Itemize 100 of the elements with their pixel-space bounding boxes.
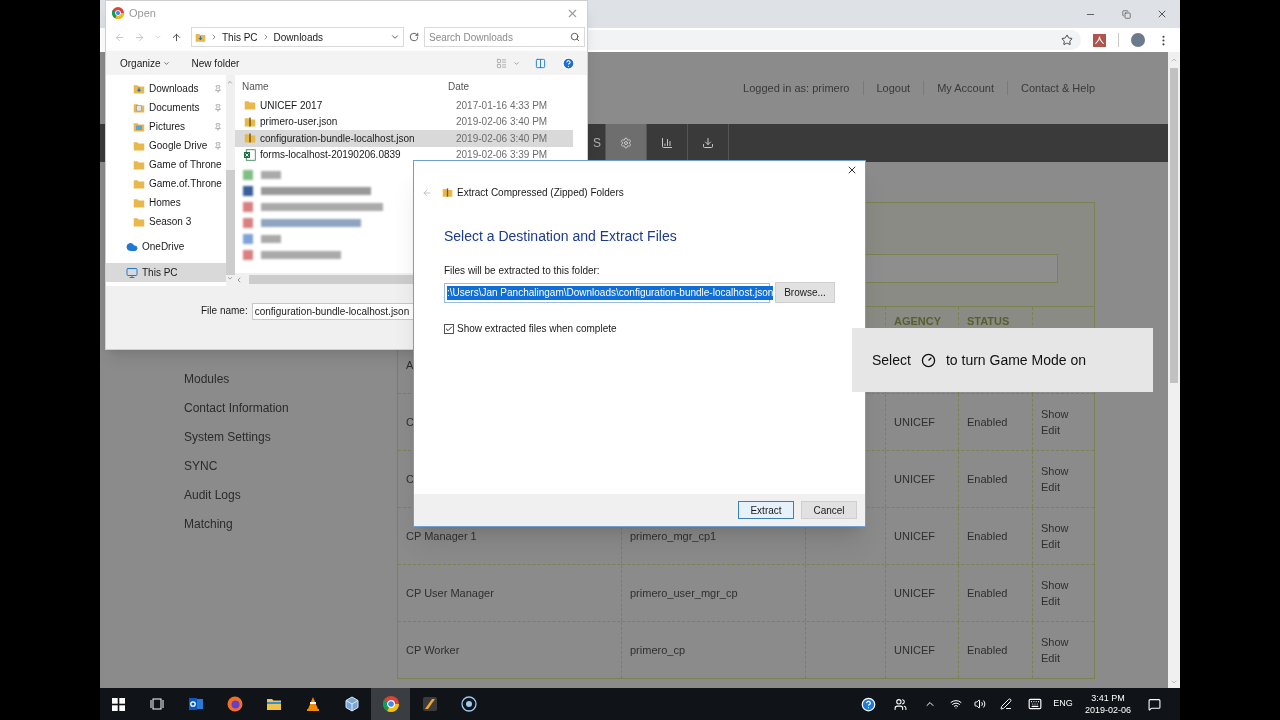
table-link[interactable]: Edit [1041, 536, 1069, 552]
sidebar-item[interactable]: Audit Logs [184, 481, 397, 510]
browser-logo-icon [112, 7, 124, 19]
table-link[interactable]: Edit [1041, 650, 1069, 666]
table-link[interactable]: Edit [1041, 479, 1069, 495]
table-cell-text: C [406, 414, 414, 430]
column-heading: AGENCY [894, 314, 942, 330]
sidebar-item[interactable]: Matching [184, 510, 397, 539]
table-link[interactable]: Edit [1041, 422, 1069, 438]
wizard-title: Extract Compressed (Zipped) Folders [457, 186, 624, 200]
file-row[interactable]: configuration-bundle-localhost.json 2019-02-06 3:40 PM [233, 130, 573, 147]
new-folder-button[interactable]: New folder [191, 55, 240, 71]
zip-folder-icon [442, 187, 453, 198]
table-cell-text: UNICEF [894, 414, 935, 430]
mail-app-icon[interactable] [187, 696, 204, 712]
file-row[interactable]: UNICEF 2017 2017-01-16 4:33 PM [233, 97, 573, 114]
avatar-icon[interactable] [1131, 33, 1145, 47]
scroll-left-icon[interactable] [235, 275, 243, 284]
table-cell-text: UNICEF [894, 585, 935, 601]
scrollbar-thumb[interactable] [1170, 68, 1178, 383]
search-field[interactable]: Search Downloads [424, 27, 585, 47]
nav-pane-item[interactable]: Season 3 [106, 212, 226, 231]
file-explorer-icon[interactable] [265, 696, 282, 712]
windows-logo-icon[interactable] [112, 697, 125, 711]
nav-pane-item[interactable]: Homes [106, 193, 226, 212]
app-icon[interactable] [421, 696, 438, 712]
sidebar-item[interactable]: Contact Information [184, 394, 397, 423]
breadcrumb-item[interactable]: This PC [222, 29, 258, 45]
folder-icon [133, 215, 145, 228]
nav-pane-item[interactable]: OneDrive [106, 237, 226, 256]
table-cell-text: primero_mgr_cp1 [630, 528, 717, 544]
firefox-icon[interactable] [226, 696, 243, 712]
browse-button[interactable]: Browse... [775, 282, 835, 303]
table-cell-text: UNICEF [894, 471, 935, 487]
gears-icon [620, 137, 632, 149]
nav-pane-item[interactable]: Game.of.Throne [106, 174, 226, 193]
preview-pane-icon[interactable] [535, 57, 546, 69]
table-link[interactable]: Show [1041, 406, 1069, 422]
table-link[interactable]: Show [1041, 634, 1069, 650]
refresh-icon[interactable] [409, 32, 419, 42]
cancel-button[interactable]: Cancel [801, 501, 857, 519]
clock[interactable]: 3:41 PM 2019-02-06 [1076, 692, 1140, 716]
task-view-icon[interactable] [149, 698, 164, 710]
table-link[interactable]: Show [1041, 520, 1069, 536]
pen-icon[interactable] [1000, 698, 1012, 710]
close-icon[interactable] [1156, 8, 1168, 20]
breadcrumb-bar[interactable]: This PC Downloads [191, 27, 404, 47]
nav-tab[interactable] [606, 124, 647, 162]
nav-pane-item[interactable]: Pictures [106, 117, 226, 136]
nav-pane-item[interactable]: Game of Throne [106, 155, 226, 174]
table-cell-text: Enabled [967, 471, 1008, 487]
traffic-cone-icon[interactable] [304, 696, 321, 712]
column-heading[interactable]: Date [446, 78, 470, 94]
close-icon[interactable] [846, 164, 858, 176]
language-indicator[interactable]: ENG [1050, 697, 1076, 711]
keyboard-icon[interactable] [1028, 697, 1042, 711]
bookmark-star-icon[interactable] [1061, 34, 1073, 46]
extract-button[interactable]: Extract [738, 501, 794, 519]
pdf-extension-icon[interactable] [1093, 33, 1106, 47]
file-row[interactable]: primero-user.json 2019-02-06 3:40 PM [233, 113, 573, 130]
wifi-icon[interactable] [950, 698, 962, 710]
dropdown-caret-icon[interactable] [390, 32, 400, 42]
sidebar-item[interactable]: System Settings [184, 423, 397, 452]
folder-icon [244, 99, 256, 112]
volume-icon[interactable] [974, 698, 986, 710]
table-cell-text: Enabled [967, 642, 1008, 658]
table-cell-text: Enabled [967, 528, 1008, 544]
nav-pane-item[interactable]: Documents [106, 98, 226, 117]
cloud-icon [126, 240, 138, 253]
help-icon[interactable] [860, 696, 876, 712]
wizard-heading: Select a Destination and Extract Files [444, 227, 678, 246]
browser-logo-icon[interactable] [382, 696, 399, 712]
checkbox[interactable] [444, 323, 454, 334]
chevron-icon [210, 33, 218, 41]
nav-pane-item[interactable]: Google Drive [106, 136, 226, 155]
breadcrumb-item[interactable]: Downloads [273, 29, 324, 45]
table-cell-text: CP Manager 1 [406, 528, 477, 544]
table-link[interactable]: Show [1041, 577, 1069, 593]
nav-pane-item[interactable]: This PC [106, 263, 226, 282]
scrollbar-thumb[interactable] [225, 169, 235, 276]
documents-folder-icon [133, 101, 145, 114]
table-cell-text: Enabled [967, 414, 1008, 430]
notifications-icon[interactable] [1147, 697, 1161, 711]
table-cell-text: CP User Manager [406, 585, 494, 601]
table-link[interactable]: Show [1041, 463, 1069, 479]
cube-icon[interactable] [343, 696, 360, 712]
table-cell-text: UNICEF [894, 642, 935, 658]
file-row[interactable]: forms-localhost-20190206.0839 2019-02-06 3:39 PM [233, 146, 573, 163]
nav-pane-item[interactable]: Downloads [106, 79, 226, 98]
people-icon[interactable] [893, 697, 907, 711]
record-icon[interactable] [460, 696, 477, 712]
up-icon[interactable] [171, 31, 182, 43]
zip-folder-icon [244, 115, 256, 128]
sidebar-item[interactable]: SYNC [184, 452, 397, 481]
table-cell-text: CP Worker [406, 642, 460, 658]
organize-button[interactable]: Organize [120, 55, 170, 71]
table-link[interactable]: Edit [1041, 593, 1069, 609]
zip-folder-icon [244, 132, 256, 145]
column-heading[interactable]: Name [233, 78, 446, 94]
sidebar-item[interactable]: Modules [184, 365, 397, 394]
